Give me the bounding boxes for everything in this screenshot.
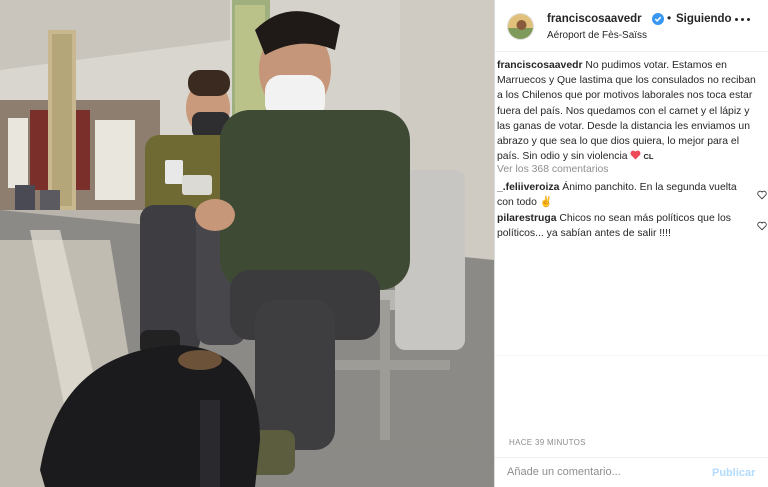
add-comment-input[interactable] <box>507 466 697 478</box>
avatar[interactable] <box>507 13 534 40</box>
chile-flag-emoji: CL <box>643 152 654 162</box>
comment-item: _.feliiveroiza Ánimo panchito. En la seg… <box>497 180 749 210</box>
avatar-image <box>508 14 533 39</box>
post-header: franciscosaavedr • Siguiendo Aéroport de… <box>495 0 768 52</box>
verified-badge-icon <box>652 13 664 25</box>
divider <box>495 355 768 356</box>
view-all-comments-link[interactable]: Ver los 368 comentarios <box>497 164 608 175</box>
victory-hand-emoji: ✌ <box>539 197 553 209</box>
post-photo[interactable] <box>0 0 494 487</box>
comment-username[interactable]: _.feliiveroiza <box>497 182 559 193</box>
caption-username[interactable]: franciscosaavedr <box>497 60 582 71</box>
post-side-panel: franciscosaavedr • Siguiendo Aéroport de… <box>494 0 768 487</box>
post-image <box>0 0 494 487</box>
following-button[interactable]: Siguiendo <box>676 13 732 25</box>
caption-text: No pudimos votar. Estamos en Marruecos y… <box>497 60 756 163</box>
divider <box>495 457 768 458</box>
post-timestamp: HACE 39 MINUTOS <box>509 438 586 447</box>
like-comment-heart-icon[interactable] <box>757 221 767 231</box>
more-options-icon[interactable] <box>735 12 751 26</box>
separator-dot: • <box>667 11 672 25</box>
publish-button[interactable]: Publicar <box>712 467 755 479</box>
comment-username[interactable]: pilarestruga <box>497 213 556 224</box>
like-comment-heart-icon[interactable] <box>757 190 767 200</box>
location-link[interactable]: Aéroport de Fès-Saïss <box>547 30 647 41</box>
comment-item: pilarestruga Chicos no sean más político… <box>497 211 749 241</box>
post-caption: franciscosaavedr No pudimos votar. Estam… <box>497 58 763 164</box>
header-username[interactable]: franciscosaavedr <box>547 13 642 25</box>
red-heart-emoji-icon <box>630 150 641 160</box>
